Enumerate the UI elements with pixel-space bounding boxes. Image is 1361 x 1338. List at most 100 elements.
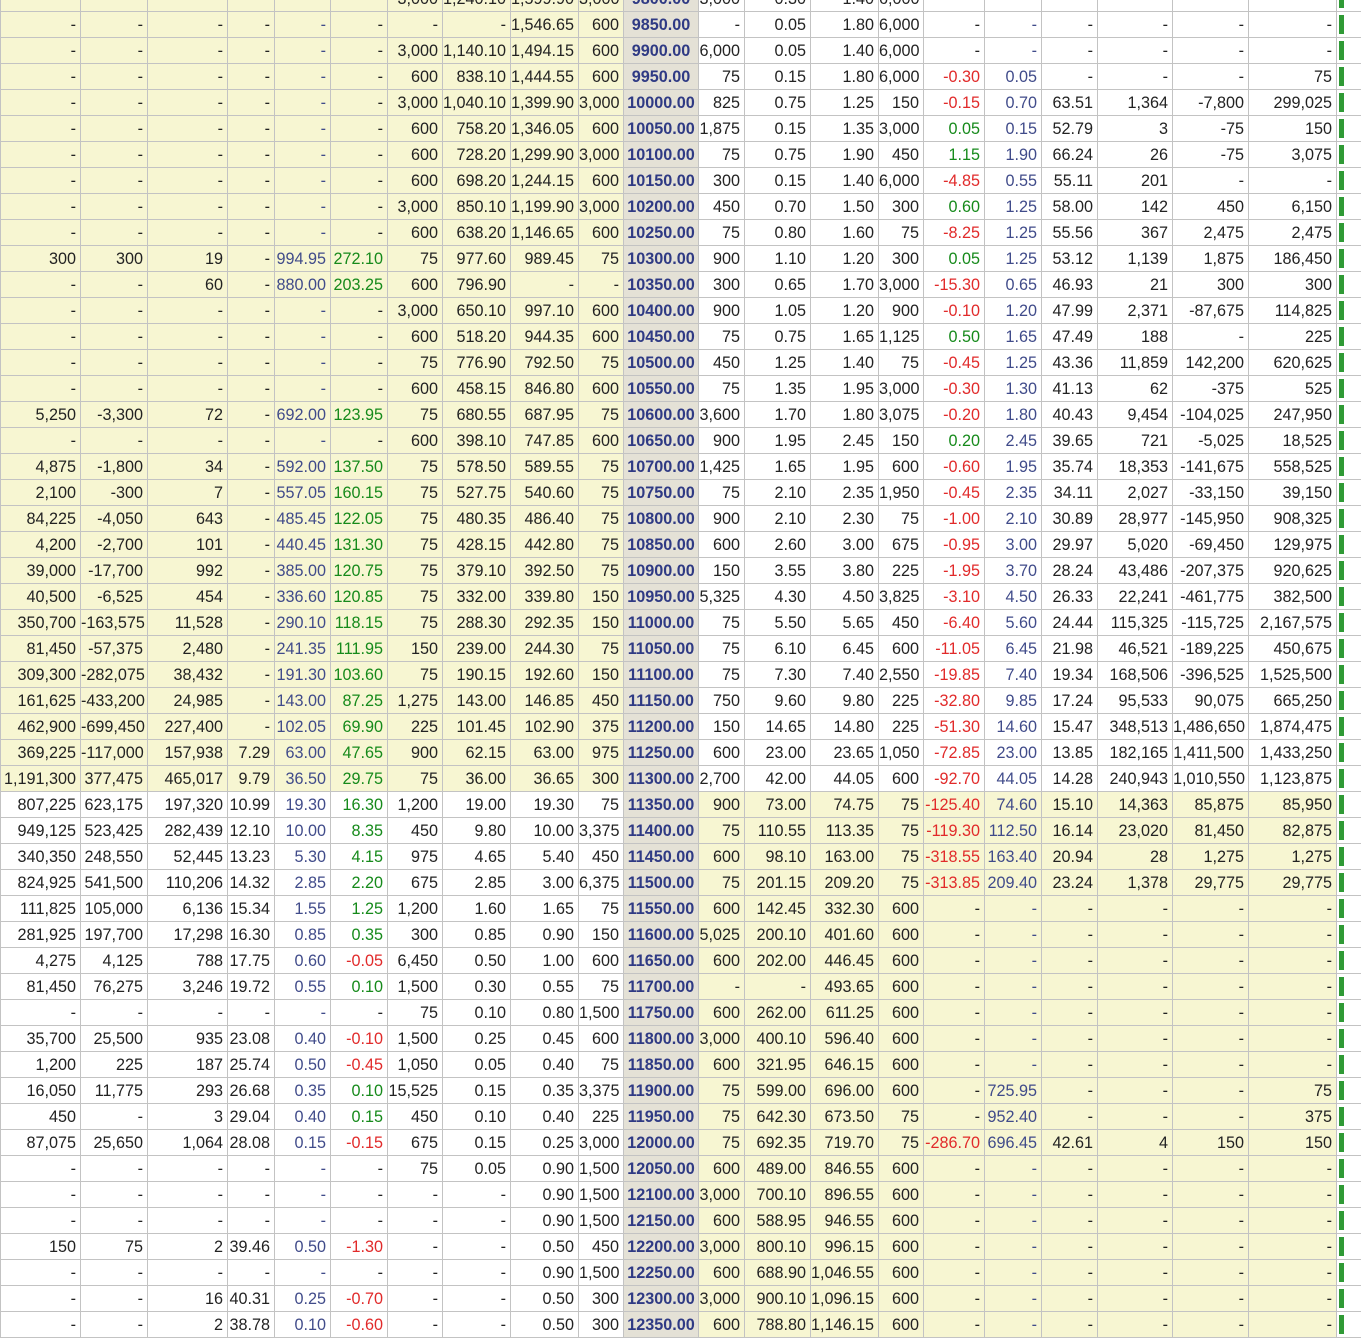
bar-chart-icon[interactable]	[1339, 1211, 1344, 1230]
bar-chart-icon[interactable]	[1339, 925, 1344, 944]
strike-price-cell[interactable]: 10050.00	[624, 116, 699, 142]
strike-price-cell[interactable]: 10350.00	[624, 272, 699, 298]
strike-price-cell[interactable]: 10200.00	[624, 194, 699, 220]
strike-price-cell[interactable]: 9900.00	[624, 38, 699, 64]
chart-link-cell[interactable]	[1337, 142, 1361, 168]
bar-chart-icon[interactable]	[1339, 327, 1344, 346]
bar-chart-icon[interactable]	[1339, 535, 1344, 554]
bar-chart-icon[interactable]	[1339, 483, 1344, 502]
bar-chart-icon[interactable]	[1339, 1081, 1344, 1100]
bar-chart-icon[interactable]	[1339, 457, 1344, 476]
bar-chart-icon[interactable]	[1339, 145, 1344, 164]
strike-price-cell[interactable]: 11500.00	[624, 870, 699, 896]
strike-price-cell[interactable]: 11700.00	[624, 974, 699, 1000]
chart-link-cell[interactable]	[1337, 818, 1361, 844]
strike-price-cell[interactable]: 9950.00	[624, 64, 699, 90]
strike-price-cell[interactable]: 10150.00	[624, 168, 699, 194]
bar-chart-icon[interactable]	[1339, 1237, 1344, 1256]
chart-link-cell[interactable]	[1337, 532, 1361, 558]
strike-price-cell[interactable]: 9800.00	[624, 0, 699, 12]
strike-price-cell[interactable]: 11450.00	[624, 844, 699, 870]
chart-link-cell[interactable]	[1337, 558, 1361, 584]
strike-price-cell[interactable]: 10550.00	[624, 376, 699, 402]
chart-link-cell[interactable]	[1337, 1026, 1361, 1052]
bar-chart-icon[interactable]	[1339, 665, 1344, 684]
strike-price-cell[interactable]: 10400.00	[624, 298, 699, 324]
chart-link-cell[interactable]	[1337, 688, 1361, 714]
chart-link-cell[interactable]	[1337, 116, 1361, 142]
strike-price-cell[interactable]: 12050.00	[624, 1156, 699, 1182]
strike-price-cell[interactable]: 11550.00	[624, 896, 699, 922]
chart-link-cell[interactable]	[1337, 1208, 1361, 1234]
strike-price-cell[interactable]: 12150.00	[624, 1208, 699, 1234]
strike-price-cell[interactable]: 11900.00	[624, 1078, 699, 1104]
strike-price-cell[interactable]: 11800.00	[624, 1026, 699, 1052]
strike-price-cell[interactable]: 11100.00	[624, 662, 699, 688]
strike-price-cell[interactable]: 10000.00	[624, 90, 699, 116]
strike-price-cell[interactable]: 12200.00	[624, 1234, 699, 1260]
strike-price-cell[interactable]: 11250.00	[624, 740, 699, 766]
bar-chart-icon[interactable]	[1339, 41, 1344, 60]
chart-link-cell[interactable]	[1337, 0, 1361, 12]
bar-chart-icon[interactable]	[1339, 1289, 1344, 1308]
strike-price-cell[interactable]: 10800.00	[624, 506, 699, 532]
bar-chart-icon[interactable]	[1339, 67, 1344, 86]
strike-price-cell[interactable]: 11400.00	[624, 818, 699, 844]
strike-price-cell[interactable]: 10650.00	[624, 428, 699, 454]
bar-chart-icon[interactable]	[1339, 821, 1344, 840]
bar-chart-icon[interactable]	[1339, 1107, 1344, 1126]
strike-price-cell[interactable]: 11600.00	[624, 922, 699, 948]
strike-price-cell[interactable]: 11300.00	[624, 766, 699, 792]
strike-price-cell[interactable]: 10250.00	[624, 220, 699, 246]
strike-price-cell[interactable]: 11750.00	[624, 1000, 699, 1026]
chart-link-cell[interactable]	[1337, 1234, 1361, 1260]
chart-link-cell[interactable]	[1337, 1286, 1361, 1312]
chart-link-cell[interactable]	[1337, 194, 1361, 220]
bar-chart-icon[interactable]	[1339, 847, 1344, 866]
strike-price-cell[interactable]: 10950.00	[624, 584, 699, 610]
bar-chart-icon[interactable]	[1339, 1263, 1344, 1282]
strike-price-cell[interactable]: 11650.00	[624, 948, 699, 974]
chart-link-cell[interactable]	[1337, 974, 1361, 1000]
chart-link-cell[interactable]	[1337, 1000, 1361, 1026]
bar-chart-icon[interactable]	[1339, 1029, 1344, 1048]
chart-link-cell[interactable]	[1337, 870, 1361, 896]
chart-link-cell[interactable]	[1337, 740, 1361, 766]
bar-chart-icon[interactable]	[1339, 951, 1344, 970]
bar-chart-icon[interactable]	[1339, 873, 1344, 892]
bar-chart-icon[interactable]	[1339, 899, 1344, 918]
chart-link-cell[interactable]	[1337, 272, 1361, 298]
bar-chart-icon[interactable]	[1339, 1159, 1344, 1178]
chart-link-cell[interactable]	[1337, 324, 1361, 350]
chart-link-cell[interactable]	[1337, 506, 1361, 532]
bar-chart-icon[interactable]	[1339, 0, 1344, 8]
strike-price-cell[interactable]: 10500.00	[624, 350, 699, 376]
bar-chart-icon[interactable]	[1339, 223, 1344, 242]
chart-link-cell[interactable]	[1337, 220, 1361, 246]
chart-link-cell[interactable]	[1337, 584, 1361, 610]
chart-link-cell[interactable]	[1337, 1182, 1361, 1208]
strike-price-cell[interactable]: 10300.00	[624, 246, 699, 272]
bar-chart-icon[interactable]	[1339, 15, 1344, 34]
bar-chart-icon[interactable]	[1339, 249, 1344, 268]
bar-chart-icon[interactable]	[1339, 1185, 1344, 1204]
bar-chart-icon[interactable]	[1339, 1055, 1344, 1074]
strike-price-cell[interactable]: 11850.00	[624, 1052, 699, 1078]
bar-chart-icon[interactable]	[1339, 561, 1344, 580]
chart-link-cell[interactable]	[1337, 454, 1361, 480]
strike-price-cell[interactable]: 11150.00	[624, 688, 699, 714]
chart-link-cell[interactable]	[1337, 610, 1361, 636]
chart-link-cell[interactable]	[1337, 1052, 1361, 1078]
strike-price-cell[interactable]: 12300.00	[624, 1286, 699, 1312]
chart-link-cell[interactable]	[1337, 1104, 1361, 1130]
strike-price-cell[interactable]: 10600.00	[624, 402, 699, 428]
strike-price-cell[interactable]: 11350.00	[624, 792, 699, 818]
strike-price-cell[interactable]: 12100.00	[624, 1182, 699, 1208]
strike-price-cell[interactable]: 11200.00	[624, 714, 699, 740]
bar-chart-icon[interactable]	[1339, 743, 1344, 762]
bar-chart-icon[interactable]	[1339, 977, 1344, 996]
strike-price-cell[interactable]: 11950.00	[624, 1104, 699, 1130]
strike-price-cell[interactable]: 12350.00	[624, 1312, 699, 1338]
bar-chart-icon[interactable]	[1339, 431, 1344, 450]
chart-link-cell[interactable]	[1337, 1156, 1361, 1182]
